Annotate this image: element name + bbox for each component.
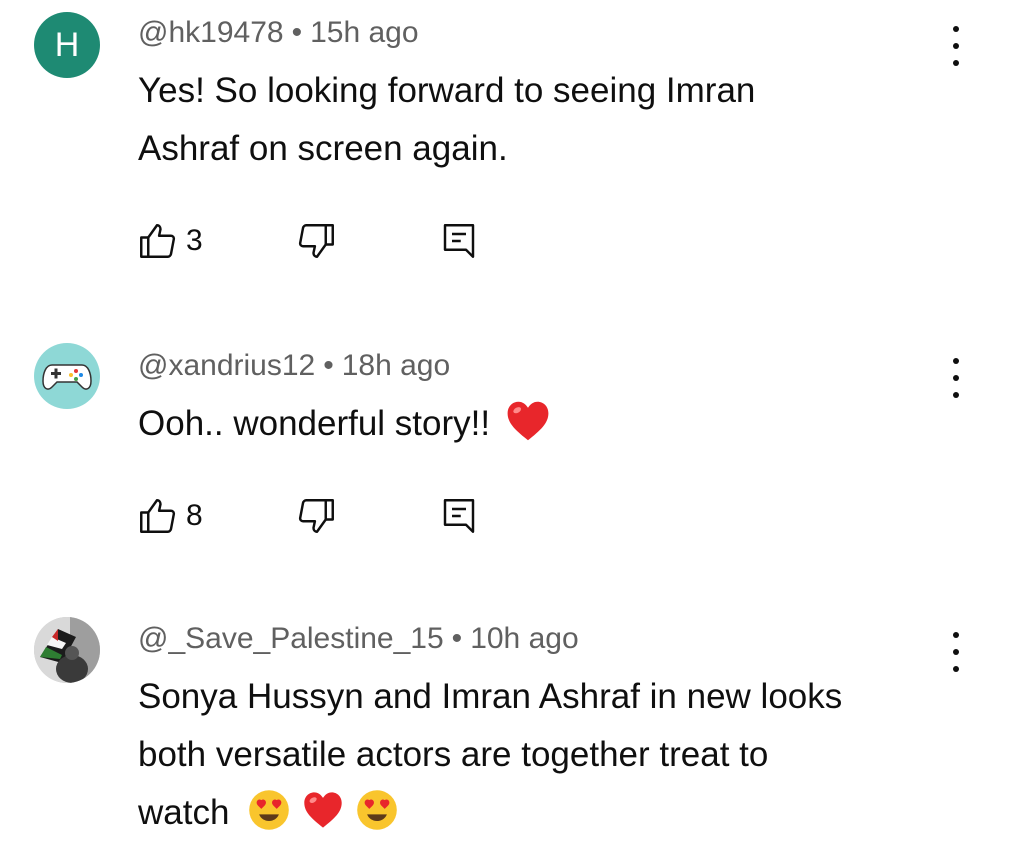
comment-text: Sonya Hussyn and Imran Ashraf in new loo… (138, 668, 958, 842)
red-heart-icon (507, 401, 549, 441)
separator-dot: • (451, 622, 463, 655)
thumbs-up-icon (140, 499, 176, 533)
comment-text-word: watch (138, 793, 230, 832)
comment-meta: @hk19478 • 15h ago (138, 16, 419, 50)
avatar[interactable] (34, 343, 100, 409)
kebab-dot (953, 43, 959, 49)
gamepad-icon (42, 364, 92, 390)
red-heart-icon (304, 792, 342, 828)
like-count: 3 (186, 224, 203, 257)
heart-eyes-icon (249, 790, 289, 830)
thumbs-up-icon (140, 224, 176, 258)
dislike-button[interactable] (296, 216, 338, 266)
comment-meta: @xandrius12 • 18h ago (138, 349, 450, 383)
comment-text-line: watch (138, 784, 958, 842)
thumbs-down-icon (298, 499, 334, 533)
kebab-dot (953, 632, 959, 638)
comment-author[interactable]: @xandrius12 (138, 349, 315, 382)
comment-text-line: Ashraf on screen again. (138, 129, 508, 168)
heart-eyes-icon (356, 790, 397, 830)
reply-comment-icon (443, 224, 475, 258)
comment-text: Yes! So looking forward to seeing Imran … (138, 62, 958, 178)
separator-dot: • (323, 349, 334, 382)
kebab-dot (953, 26, 959, 32)
comment-text-line: Sonya Hussyn and Imran Ashraf in new loo… (138, 677, 843, 716)
comment-time: 18h ago (341, 349, 451, 382)
reply-button[interactable] (438, 216, 480, 266)
comment-time: 10h ago (470, 622, 579, 655)
kebab-dot (953, 649, 959, 655)
avatar-letter: H (54, 25, 80, 64)
flag-photo-avatar (34, 617, 100, 683)
comment-text-line: both versatile actors are together treat… (138, 735, 769, 774)
comment-meta: @_Save_Palestine_15 • 10h ago (138, 622, 579, 656)
dislike-button[interactable] (296, 491, 338, 541)
comment-text-line: Yes! So looking forward to seeing Imran (138, 71, 756, 110)
like-button[interactable]: 3 (136, 216, 203, 266)
avatar[interactable]: H (34, 12, 100, 78)
comment-author[interactable]: @hk19478 (138, 16, 284, 49)
separator-dot: • (291, 16, 303, 49)
reply-comment-icon (443, 499, 475, 533)
like-count: 8 (186, 499, 203, 532)
kebab-dot (953, 358, 959, 364)
comment-text-line: Ooh.. wonderful story!! (138, 404, 491, 443)
comment-author[interactable]: @_Save_Palestine_15 (138, 622, 444, 655)
comment-time: 15h ago (310, 16, 419, 49)
reply-button[interactable] (438, 491, 480, 541)
kebab-dot (953, 375, 959, 381)
comment-text: Ooh.. wonderful story!! (138, 395, 958, 453)
more-options-button[interactable] (940, 356, 972, 400)
like-button[interactable]: 8 (136, 491, 203, 541)
avatar[interactable] (34, 617, 100, 683)
thumbs-down-icon (298, 224, 334, 258)
